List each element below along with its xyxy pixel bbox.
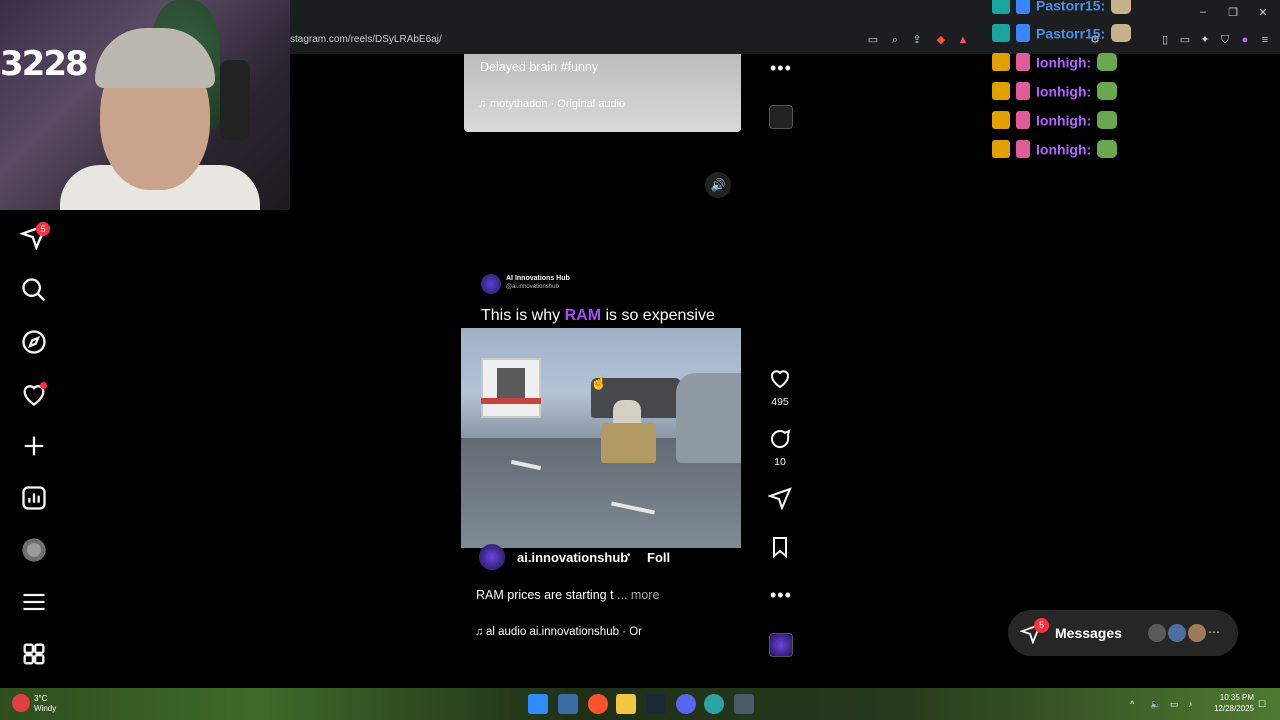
notification-center-icon[interactable]: ☐: [1258, 699, 1266, 710]
avatar: [1146, 622, 1168, 644]
ambulance-stripe: [481, 398, 541, 404]
brave-shield-icon[interactable]: ◆: [934, 33, 948, 47]
comment-icon[interactable]: [766, 427, 794, 456]
cursor-icon: ☝: [590, 374, 608, 390]
zoom-icon[interactable]: ⌕: [888, 33, 902, 47]
task-view-icon[interactable]: [558, 694, 578, 714]
create-plus-icon[interactable]: [20, 432, 48, 460]
notification-dot: [40, 382, 47, 389]
windows-taskbar: [0, 688, 1280, 720]
stream-chat-overlay: Pastorr15: Pastorr15: Ionhigh: Ionhigh: …: [992, 0, 1192, 170]
microphone: [220, 60, 250, 140]
chat-message: Ionhigh:: [992, 111, 1118, 133]
weather-temperature[interactable]: 3°C: [34, 694, 47, 703]
hub-name: AI Innovations Hub: [506, 275, 570, 282]
start-icon[interactable]: [528, 694, 548, 714]
chat-message: Pastorr15:: [992, 24, 1132, 46]
more-options-icon[interactable]: •••: [770, 585, 792, 606]
leo-icon[interactable]: ✦: [1198, 33, 1212, 47]
hub-avatar: [481, 274, 501, 294]
calculator-icon[interactable]: [734, 694, 754, 714]
share-icon[interactable]: ⇪: [910, 33, 924, 47]
screen-icon[interactable]: ▭: [866, 33, 880, 47]
weather-icon[interactable]: [12, 694, 30, 712]
music-note-icon: ♫: [478, 98, 487, 110]
hub-handle: @ai.innovationshub: [506, 284, 559, 290]
stretcher: [601, 423, 656, 463]
save-icon[interactable]: [766, 535, 794, 564]
discord-icon[interactable]: [676, 694, 696, 714]
address-bar[interactable]: stagram.com/reels/DSyLRAbE6aj/: [290, 34, 442, 45]
messages-label: Messages: [1055, 625, 1122, 641]
video-frame[interactable]: [461, 328, 741, 548]
chat-message: Ionhigh:: [992, 82, 1118, 104]
minimize-icon[interactable]: –: [1194, 6, 1212, 18]
prev-more-options-icon[interactable]: •••: [770, 58, 792, 79]
menu-icon[interactable]: ≡: [1258, 33, 1272, 47]
prev-audio-thumbnail[interactable]: [769, 105, 793, 129]
profile-icon[interactable]: ●: [1238, 33, 1252, 47]
explore-icon[interactable]: [20, 328, 48, 356]
video-caption: This is why RAM is so expensive: [481, 307, 715, 324]
current-reel[interactable]: 🔊 AI Innovations Hub @ai.innovationshub …: [461, 162, 741, 660]
previous-reel[interactable]: Delayed brain #funny ♫ motythadon · Orig…: [464, 54, 741, 132]
brave-rewards-icon[interactable]: ▲: [956, 33, 970, 47]
ambulance-door: [497, 368, 525, 398]
chat-message: Pastorr15:: [992, 0, 1132, 18]
webcam-overlay: 3228: [0, 0, 290, 210]
reel-audio[interactable]: al audio ai.innovationshub · Or: [486, 626, 642, 638]
dashboard-icon[interactable]: [20, 484, 48, 512]
owner-avatar[interactable]: [479, 544, 505, 570]
file-explorer-icon[interactable]: [616, 694, 636, 714]
chat-message: Ionhigh:: [992, 140, 1118, 162]
search-icon[interactable]: [20, 276, 48, 304]
more-avatars-icon: ⋯: [1208, 625, 1220, 639]
clock-time[interactable]: 10:35 PM: [1210, 693, 1254, 702]
overlay-counter: 3228: [0, 44, 89, 84]
speaker-icon[interactable]: 🔈: [1150, 699, 1161, 710]
more-menu-icon[interactable]: [20, 588, 48, 616]
brave-browser-icon[interactable]: [588, 694, 608, 714]
reel-description[interactable]: RAM prices are starting t ... more: [476, 588, 659, 602]
avatar: [1166, 622, 1188, 644]
separator: •: [627, 550, 631, 561]
chat-message: Ionhigh:: [992, 53, 1118, 75]
sound-toggle-icon[interactable]: 🔊: [705, 172, 731, 198]
steam-icon[interactable]: [646, 694, 666, 714]
avatar: [1186, 622, 1208, 644]
browser-icon[interactable]: [704, 694, 724, 714]
tray-chevron-icon[interactable]: ^: [1130, 699, 1134, 709]
music-note-icon: ♫: [475, 626, 484, 638]
volume-icon[interactable]: ♪: [1188, 699, 1193, 709]
clock-date[interactable]: 12/28/2025: [1206, 704, 1254, 713]
like-icon[interactable]: [766, 366, 794, 395]
apps-grid-icon[interactable]: [20, 640, 48, 668]
car: [676, 373, 741, 463]
vpn-icon[interactable]: ⛉: [1218, 33, 1232, 47]
network-icon[interactable]: ▭: [1170, 699, 1179, 710]
prev-reel-caption: Delayed brain #funny: [480, 60, 599, 74]
messages-badge: 5: [1034, 618, 1049, 633]
close-icon[interactable]: ✕: [1254, 6, 1272, 19]
audio-thumbnail[interactable]: [769, 633, 793, 657]
prev-reel-audio[interactable]: motythadon · Original audio: [490, 98, 625, 110]
follow-button[interactable]: Foll: [647, 550, 670, 565]
restore-icon[interactable]: ❐: [1224, 6, 1242, 19]
comment-count: 10: [774, 456, 786, 468]
share-icon[interactable]: [766, 486, 794, 515]
like-count: 495: [771, 396, 789, 408]
weather-description[interactable]: Windy: [34, 704, 56, 713]
owner-username[interactable]: ai.innovationshub: [517, 550, 628, 565]
profile-avatar[interactable]: [20, 536, 48, 564]
messages-nav-badge: 5: [36, 222, 50, 236]
